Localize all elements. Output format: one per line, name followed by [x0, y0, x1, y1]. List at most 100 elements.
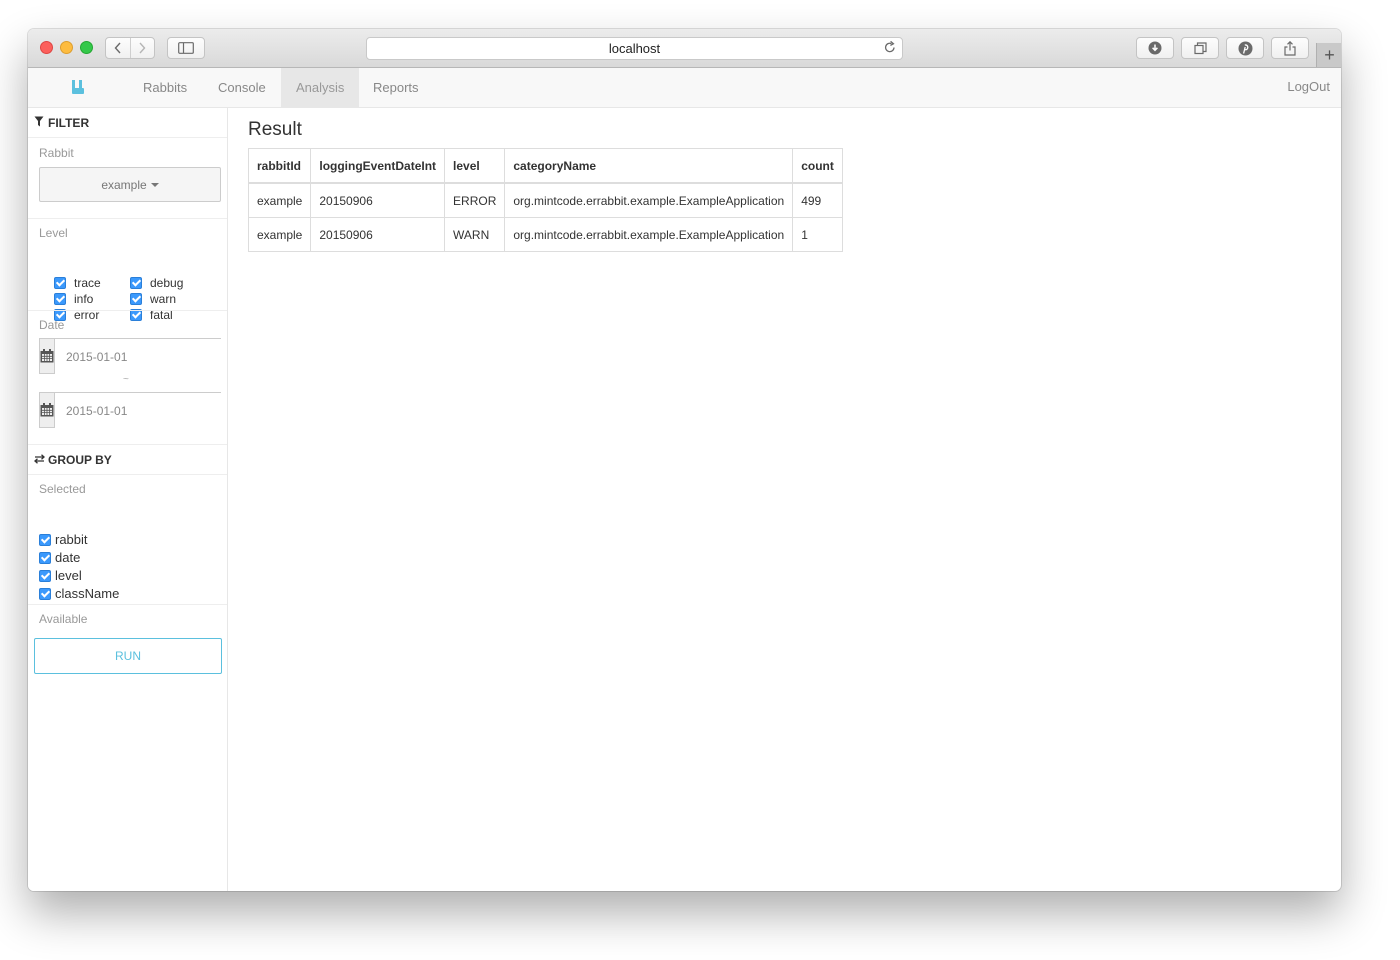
available-label: Available [39, 612, 88, 626]
run-button[interactable]: RUN [34, 638, 222, 674]
level-label: Level [39, 226, 68, 240]
group-by-rabbit[interactable]: rabbit [39, 531, 88, 549]
column-header: count [792, 148, 843, 184]
logout-link[interactable]: LogOut [1287, 68, 1330, 106]
table-row: example 20150906 WARN org.mintcode.errab… [247, 217, 843, 252]
minimize-window-button[interactable] [60, 41, 73, 54]
browser-window: localhost + Rabbits Console Analysis Rep… [28, 29, 1341, 891]
table-cell: example [247, 217, 312, 252]
level-trace[interactable]: trace [54, 275, 101, 291]
checkbox-checked-icon[interactable] [39, 569, 51, 582]
share-button[interactable] [1271, 37, 1309, 59]
forward-icon [139, 42, 146, 54]
filter-sidebar: FILTER Rabbit example Level trace debug … [28, 108, 228, 891]
group-by-classname-label: className [55, 586, 120, 601]
table-cell: 499 [792, 182, 843, 218]
calendar-icon[interactable] [40, 339, 55, 373]
group-by-level[interactable]: level [39, 567, 82, 585]
nav-reports[interactable]: Reports [358, 68, 434, 107]
filter-title: FILTER [48, 116, 90, 130]
address-bar[interactable]: localhost [366, 37, 903, 60]
checkbox-checked-icon[interactable] [54, 292, 66, 305]
level-debug[interactable]: debug [130, 275, 183, 291]
history-nav [105, 37, 155, 59]
table-cell: 20150906 [310, 217, 446, 252]
date-to-input[interactable] [55, 393, 223, 429]
share-icon [1284, 40, 1296, 56]
browser-toolbar: localhost + [28, 29, 1341, 68]
date-to-field [39, 392, 223, 429]
level-trace-label: trace [74, 276, 101, 290]
pinterest-button[interactable] [1226, 37, 1264, 59]
nav-console[interactable]: Console [203, 68, 281, 107]
nav-rabbits[interactable]: Rabbits [128, 68, 202, 107]
checkbox-checked-icon[interactable] [130, 276, 142, 289]
column-header: loggingEventDateInt [310, 148, 446, 184]
rabbit-logo-icon[interactable] [71, 79, 85, 95]
date-separator: ~ [123, 374, 129, 385]
divider [28, 604, 227, 605]
back-icon [114, 42, 121, 54]
level-info-label: info [74, 292, 94, 306]
zoom-window-button[interactable] [80, 41, 93, 54]
level-warn[interactable]: warn [130, 291, 176, 307]
column-header: rabbitId [247, 148, 312, 184]
checkbox-checked-icon[interactable] [54, 276, 66, 289]
forward-button[interactable] [129, 38, 155, 58]
back-button[interactable] [106, 38, 130, 58]
level-debug-label: debug [150, 276, 184, 290]
selected-label: Selected [39, 482, 86, 496]
group-by-rabbit-label: rabbit [55, 532, 88, 547]
reload-icon[interactable] [884, 40, 896, 57]
rabbit-select[interactable]: example [39, 167, 221, 202]
table-cell: 1 [792, 217, 843, 252]
rabbit-select-value: example [101, 177, 147, 192]
download-icon [1148, 41, 1162, 55]
checkbox-checked-icon[interactable] [130, 292, 142, 305]
group-by-date-label: date [55, 550, 81, 565]
group-by-classname[interactable]: className [39, 585, 119, 603]
sidebar-icon [178, 42, 194, 54]
column-header: categoryName [504, 148, 794, 184]
app-navbar: Rabbits Console Analysis Reports LogOut [28, 68, 1341, 108]
plus-icon: + [1324, 44, 1335, 65]
calendar-icon[interactable] [40, 393, 55, 427]
sidebar-toggle-button[interactable] [167, 37, 205, 59]
url-text: localhost [608, 41, 661, 56]
tab-overview-button[interactable] [1181, 37, 1219, 59]
checkbox-checked-icon[interactable] [39, 587, 51, 600]
table-cell: org.mintcode.errabbit.example.ExampleApp… [504, 182, 794, 218]
date-from-field [39, 338, 223, 375]
result-table: rabbitId loggingEventDateInt level categ… [247, 148, 843, 252]
table-cell: WARN [444, 217, 506, 252]
date-from-input[interactable] [55, 339, 223, 375]
divider [28, 310, 227, 311]
filter-header: FILTER [28, 108, 227, 138]
group-by-level-label: level [55, 568, 82, 583]
group-by-date[interactable]: date [39, 549, 80, 567]
divider [28, 218, 227, 219]
date-label: Date [39, 318, 65, 332]
downloads-button[interactable] [1136, 37, 1174, 59]
nav-analysis[interactable]: Analysis [281, 68, 359, 107]
group-by-title: GROUP BY [48, 453, 112, 467]
rabbit-label: Rabbit [39, 146, 74, 160]
main-content: Result rabbitId loggingEventDateInt leve… [228, 108, 1341, 891]
checkbox-checked-icon[interactable] [39, 551, 51, 564]
table-header-row: rabbitId loggingEventDateInt level categ… [247, 148, 843, 184]
table-row: example 20150906 ERROR org.mintcode.erra… [247, 182, 843, 218]
caret-down-icon [150, 182, 159, 187]
new-tab-button[interactable]: + [1316, 43, 1341, 67]
swap-arrows-icon [34, 446, 45, 476]
checkbox-checked-icon[interactable] [39, 533, 51, 546]
table-cell: 20150906 [310, 182, 446, 218]
filter-icon [34, 109, 44, 139]
group-by-header: GROUP BY [28, 444, 227, 475]
table-cell: org.mintcode.errabbit.example.ExampleApp… [504, 217, 794, 252]
table-cell: example [247, 182, 312, 218]
level-info[interactable]: info [54, 291, 93, 307]
result-title: Result [248, 119, 302, 140]
close-window-button[interactable] [40, 41, 53, 54]
level-warn-label: warn [150, 292, 177, 306]
table-cell: ERROR [444, 182, 506, 218]
